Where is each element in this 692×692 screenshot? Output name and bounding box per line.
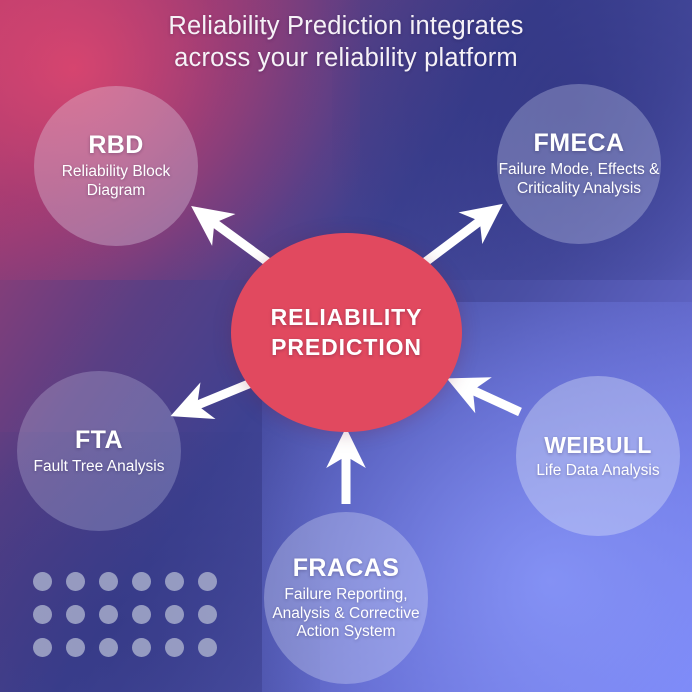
- node-fmeca-description: Failure Mode, Effects & Criticality Anal…: [498, 161, 660, 197]
- page-title-line-1: Reliability Prediction integrates: [168, 12, 524, 40]
- node-fracas[interactable]: FRACAS Failure Reporting, Analysis & Cor…: [264, 512, 428, 684]
- grid-dot: [165, 638, 184, 657]
- node-fmeca-abbr: FMECA: [533, 129, 625, 158]
- grid-dot: [33, 638, 52, 657]
- grid-dot: [66, 638, 85, 657]
- node-fmeca[interactable]: FMECA Failure Mode, Effects & Criticalit…: [497, 84, 661, 244]
- grid-dot: [66, 572, 85, 591]
- node-fta-description: Fault Tree Analysis: [33, 457, 165, 475]
- grid-dot: [132, 572, 151, 591]
- node-weibull-abbr: WEIBULL: [544, 431, 652, 458]
- node-rbd-abbr: RBD: [88, 131, 144, 160]
- grid-dot: [198, 638, 217, 657]
- grid-dot: [165, 572, 184, 591]
- node-fta-abbr: FTA: [75, 425, 123, 454]
- node-rbd-description: Reliability Block Diagram: [61, 163, 171, 199]
- grid-dot: [66, 605, 85, 624]
- grid-dot: [33, 605, 52, 624]
- grid-dot: [165, 605, 184, 624]
- page-title-line-2: across your reliability platform: [174, 43, 518, 72]
- node-rbd[interactable]: RBD Reliability Block Diagram: [34, 86, 198, 246]
- grid-dot: [132, 638, 151, 657]
- node-weibull[interactable]: WEIBULL Life Data Analysis: [516, 376, 680, 536]
- node-center-label-line-1: RELIABILITY: [270, 304, 423, 331]
- node-weibull-description: Life Data Analysis: [536, 461, 660, 479]
- grid-dot: [198, 605, 217, 624]
- grid-dot: [99, 572, 118, 591]
- node-fracas-abbr: FRACAS: [292, 553, 400, 582]
- infographic-canvas: Reliability Prediction integrates across…: [0, 0, 692, 692]
- grid-dot: [99, 638, 118, 657]
- grid-dot: [99, 605, 118, 624]
- node-center-reliability-prediction[interactable]: RELIABILITY PREDICTION: [231, 233, 462, 432]
- grid-dot: [33, 572, 52, 591]
- grid-dot: [132, 605, 151, 624]
- grid-dot: [198, 572, 217, 591]
- node-fta[interactable]: FTA Fault Tree Analysis: [17, 371, 181, 531]
- page-title: Reliability Prediction integrates across…: [0, 11, 692, 75]
- dot-grid-decoration: [33, 572, 231, 671]
- node-fracas-description: Failure Reporting, Analysis & Corrective…: [272, 585, 420, 641]
- node-center-label-line-2: PREDICTION: [271, 333, 422, 360]
